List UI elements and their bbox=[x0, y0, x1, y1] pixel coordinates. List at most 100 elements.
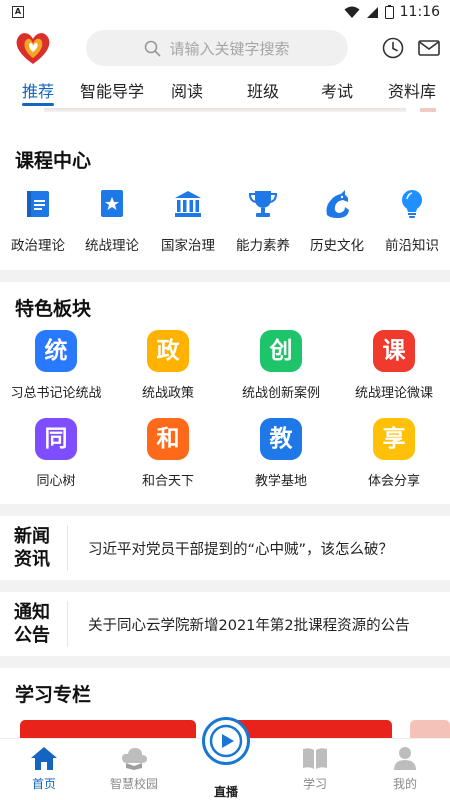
feature-icon: 和 bbox=[147, 418, 189, 460]
feature-sharing[interactable]: 享 体会分享 bbox=[338, 418, 450, 489]
category-tabs: 推荐 智能导学 阅读 班级 考试 资料库 bbox=[0, 72, 450, 108]
cloud-book-icon bbox=[122, 748, 147, 770]
feature-teaching-base[interactable]: 教 教学基地 bbox=[225, 418, 337, 489]
notice-headline[interactable]: 关于同心云学院新增2021年第2批课程资源的公告 bbox=[88, 614, 410, 635]
feature-icon: 统 bbox=[35, 330, 77, 372]
course-center-section: 课程中心 政治理论 统战理论 国家治理 能力素养 历史文化 前沿知识 bbox=[0, 118, 450, 270]
battery-icon bbox=[384, 5, 394, 19]
notice-tag: 通知 公告 bbox=[0, 601, 68, 647]
history-clock-icon[interactable] bbox=[382, 37, 404, 59]
trophy-icon bbox=[248, 191, 278, 217]
bottom-navigation: 首页 智慧校园 直播 学习 我的 bbox=[0, 717, 450, 800]
news-tag-line2: 资讯 bbox=[14, 549, 50, 570]
course-item-label: 国家治理 bbox=[161, 238, 215, 254]
news-tag: 新闻 资讯 bbox=[0, 525, 68, 571]
tab-exam[interactable]: 考试 bbox=[321, 78, 353, 102]
dragon-icon bbox=[326, 190, 349, 218]
nav-live-button[interactable] bbox=[202, 717, 250, 765]
course-item-governance[interactable]: 国家治理 bbox=[148, 188, 228, 254]
feature-harmony[interactable]: 和 和合天下 bbox=[112, 418, 224, 489]
status-time: 11:16 bbox=[399, 4, 440, 20]
feature-icon: 同 bbox=[35, 418, 77, 460]
course-item-label: 能力素养 bbox=[236, 238, 290, 254]
app-screen: A 11:16 请输入关键字搜索 推荐 智能导学 阅读 班级 考试 资料库 课程… bbox=[0, 0, 450, 800]
nav-smart-campus-label: 智慧校园 bbox=[109, 777, 158, 791]
course-item-label: 统战理论 bbox=[85, 238, 139, 254]
course-item-label: 政治理论 bbox=[11, 238, 65, 254]
nav-live-label: 直播 bbox=[213, 785, 238, 799]
featured-section: 特色板块 统 习总书记论统战 政 统战政策 创 统战创新案例 课 统战理论微课 … bbox=[0, 282, 450, 504]
feature-label: 同心树 bbox=[36, 474, 76, 489]
feature-label: 习总书记论统战 bbox=[10, 386, 102, 401]
signal-icon bbox=[366, 6, 378, 18]
carousel-edge bbox=[0, 108, 450, 118]
status-bar: A 11:16 bbox=[0, 0, 450, 24]
nav-study[interactable]: 学习 bbox=[275, 745, 355, 792]
nav-home[interactable]: 首页 bbox=[4, 745, 84, 792]
notice-tag-line2: 公告 bbox=[14, 625, 50, 646]
nav-study-label: 学习 bbox=[302, 777, 327, 791]
feature-label: 体会分享 bbox=[367, 474, 420, 489]
news-headline[interactable]: 习近平对党员干部提到的“心中贼”，该怎么破？ bbox=[88, 538, 393, 559]
top-header: 请输入关键字搜索 bbox=[0, 24, 450, 72]
nav-home-label: 首页 bbox=[31, 777, 56, 791]
feature-icon: 享 bbox=[373, 418, 415, 460]
star-book-icon bbox=[101, 190, 123, 217]
carousel-banner-edge bbox=[44, 108, 406, 112]
tab-library[interactable]: 资料库 bbox=[388, 78, 436, 102]
open-book-icon bbox=[303, 748, 327, 769]
course-item-frontier[interactable]: 前沿知识 bbox=[372, 188, 450, 254]
study-banner[interactable] bbox=[20, 720, 196, 740]
feature-label: 统战政策 bbox=[141, 386, 194, 401]
nav-smart-campus[interactable]: 智慧校园 bbox=[94, 745, 174, 792]
feature-tongxin-tree[interactable]: 同 同心树 bbox=[0, 418, 112, 489]
feature-label: 统战创新案例 bbox=[241, 386, 320, 401]
active-tab-indicator bbox=[22, 103, 54, 106]
feature-innovation-cases[interactable]: 创 统战创新案例 bbox=[225, 330, 337, 401]
notice-tag-line1: 通知 bbox=[14, 602, 50, 623]
notice-row[interactable]: 通知 公告 关于同心云学院新增2021年第2批课程资源的公告 bbox=[0, 592, 450, 656]
app-logo[interactable] bbox=[12, 28, 54, 68]
header-actions bbox=[382, 37, 440, 59]
study-banner-partial[interactable] bbox=[410, 720, 450, 740]
course-item-label: 历史文化 bbox=[310, 238, 364, 254]
search-bar[interactable]: 请输入关键字搜索 bbox=[86, 30, 348, 66]
search-icon bbox=[145, 40, 161, 56]
tab-class[interactable]: 班级 bbox=[247, 78, 279, 102]
feature-label: 统战理论微课 bbox=[354, 386, 433, 401]
feature-micro-lessons[interactable]: 课 统战理论微课 bbox=[338, 330, 450, 401]
nav-profile[interactable]: 我的 bbox=[365, 745, 445, 792]
wifi-icon bbox=[344, 6, 360, 18]
tab-reading[interactable]: 阅读 bbox=[171, 78, 203, 102]
course-item-label: 前沿知识 bbox=[385, 238, 439, 254]
feature-label: 和合天下 bbox=[141, 474, 194, 489]
mail-icon[interactable] bbox=[418, 37, 440, 59]
document-book-icon bbox=[27, 191, 49, 217]
featured-title: 特色板块 bbox=[15, 298, 92, 320]
home-icon bbox=[31, 747, 57, 770]
feature-xi-on-united-front[interactable]: 统 习总书记论统战 bbox=[0, 330, 112, 401]
course-item-united-front[interactable]: 统战理论 bbox=[72, 188, 152, 254]
status-icons: 11:16 bbox=[344, 4, 440, 20]
course-item-history[interactable]: 历史文化 bbox=[297, 188, 377, 254]
news-tag-line1: 新闻 bbox=[14, 526, 50, 547]
notification-icon: A bbox=[12, 6, 24, 18]
government-building-icon bbox=[175, 191, 201, 217]
nav-profile-label: 我的 bbox=[392, 777, 417, 791]
search-placeholder: 请输入关键字搜索 bbox=[169, 39, 290, 58]
lightbulb-icon bbox=[402, 190, 422, 218]
course-center-title: 课程中心 bbox=[15, 150, 92, 172]
feature-icon: 教 bbox=[260, 418, 302, 460]
news-row[interactable]: 新闻 资讯 习近平对党员干部提到的“心中贼”，该怎么破？ bbox=[0, 516, 450, 580]
course-item-ability[interactable]: 能力素养 bbox=[223, 188, 303, 254]
feature-icon: 政 bbox=[147, 330, 189, 372]
feature-icon: 创 bbox=[260, 330, 302, 372]
course-item-politics[interactable]: 政治理论 bbox=[0, 188, 78, 254]
play-icon bbox=[209, 724, 243, 758]
user-icon bbox=[394, 747, 416, 770]
study-column-title: 学习专栏 bbox=[15, 684, 92, 706]
feature-policy[interactable]: 政 统战政策 bbox=[112, 330, 224, 401]
tab-smart-guide[interactable]: 智能导学 bbox=[80, 78, 144, 102]
feature-icon: 课 bbox=[373, 330, 415, 372]
tab-recommend[interactable]: 推荐 bbox=[22, 78, 54, 102]
